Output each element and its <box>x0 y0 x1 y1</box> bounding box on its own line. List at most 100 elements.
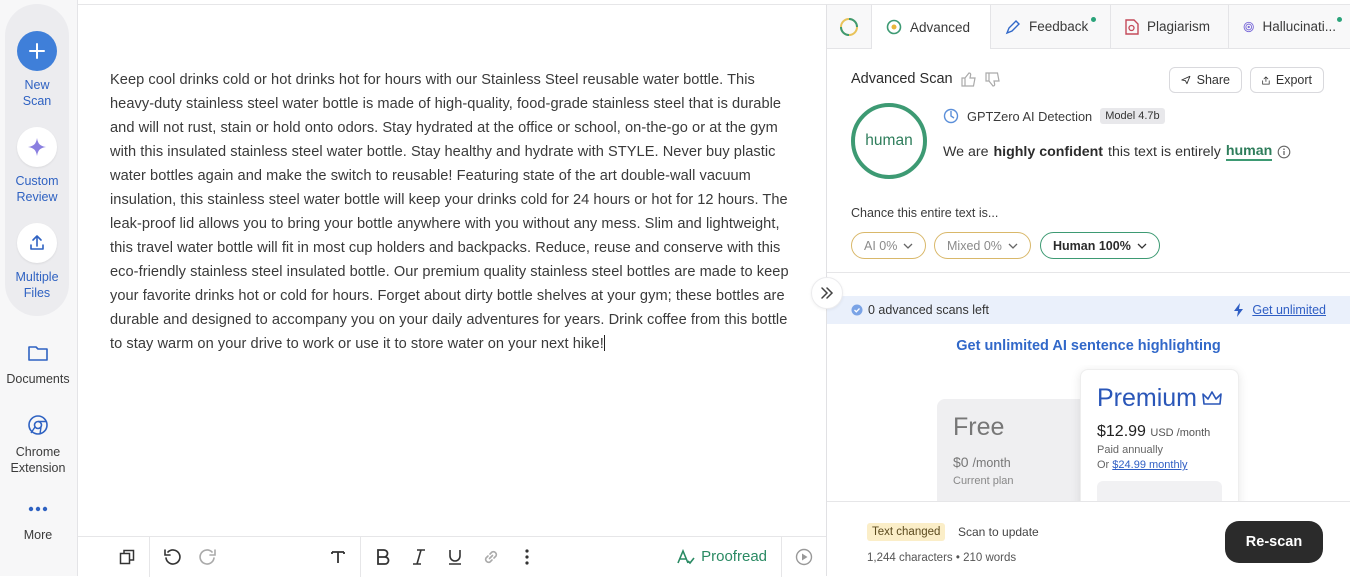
custom-review-label: Custom Review <box>15 174 59 204</box>
vertical-dots-icon <box>525 548 529 565</box>
text-style-button[interactable] <box>320 539 356 575</box>
tab-feedback[interactable]: Feedback <box>991 5 1111 48</box>
free-plan-card[interactable]: Free $0 /month Current plan <box>937 399 1097 501</box>
proofread-button[interactable]: Proofread <box>663 537 781 577</box>
collapse-panel-button[interactable] <box>811 277 843 309</box>
lightning-icon <box>1234 303 1244 317</box>
bold-icon <box>377 548 390 565</box>
play-button[interactable] <box>782 539 826 575</box>
share-button[interactable]: Share <box>1169 67 1242 93</box>
tab-plagiarism[interactable]: Plagiarism <box>1111 5 1229 48</box>
thumbs-up-icon[interactable] <box>960 71 977 87</box>
detector-info: GPTZero AI Detection Model 4.7b <box>943 108 1165 124</box>
folder-icon <box>28 346 48 361</box>
ring-label: human <box>865 132 913 149</box>
human-probability-dropdown[interactable]: Human 100% <box>1040 232 1160 259</box>
tab-advanced-label: Advanced <box>910 19 971 35</box>
verdict-text: We are highly confident this text is ent… <box>943 143 1291 161</box>
tab-overview[interactable] <box>827 5 872 48</box>
editor-content[interactable]: Keep cool drinks cold or hot drinks hot … <box>110 68 800 356</box>
link-icon <box>484 550 498 563</box>
advanced-scan-icon <box>886 19 902 35</box>
play-icon <box>795 548 813 565</box>
documents-button[interactable]: Documents <box>0 343 76 387</box>
tab-feedback-label: Feedback <box>1029 19 1089 34</box>
premium-plan-price: $12.99 USD /month <box>1097 423 1222 441</box>
mixed-probability-label: Mixed 0% <box>947 238 1002 253</box>
free-plan-name: Free <box>953 413 1005 441</box>
chrome-extension-button[interactable]: Chrome Extension <box>0 414 76 476</box>
free-price-value: $0 <box>953 454 969 470</box>
double-chevron-right-icon <box>821 287 834 299</box>
export-icon <box>1262 75 1270 84</box>
chevron-down-icon <box>1137 243 1147 249</box>
free-price-period: /month <box>972 456 1011 470</box>
new-scan-label: New Scan <box>22 78 52 108</box>
verdict-confidence: highly confident <box>993 144 1104 160</box>
premium-plan-card[interactable]: Premium $12.99 USD /month Paid annually … <box>1080 369 1239 501</box>
premium-billing: Paid annually <box>1097 444 1164 456</box>
rescan-button[interactable]: Re-scan <box>1225 521 1323 563</box>
premium-monthly-link[interactable]: $24.99 monthly <box>1112 459 1187 471</box>
mixed-probability-dropdown[interactable]: Mixed 0% <box>934 232 1031 259</box>
proofread-label: Proofread <box>701 548 767 565</box>
premium-feature-box <box>1097 481 1222 501</box>
tab-advanced[interactable]: Advanced <box>872 5 991 49</box>
underline-icon <box>449 549 461 565</box>
chrome-extension-label: Chrome Extension <box>10 445 66 475</box>
text-editor[interactable]: Keep cool drinks cold or hot drinks hot … <box>78 4 827 577</box>
free-plan-price: $0 /month <box>953 454 1081 470</box>
export-button[interactable]: Export <box>1250 67 1324 93</box>
ai-probability-dropdown[interactable]: AI 0% <box>851 232 927 259</box>
verdict-class: human <box>1225 143 1273 161</box>
chevron-down-icon <box>903 243 913 249</box>
chrome-icon <box>28 415 48 435</box>
human-probability-label: Human 100% <box>1053 238 1131 253</box>
scan-update-note: Scan to update <box>958 525 1039 539</box>
crown-icon <box>1202 390 1222 405</box>
premium-alt-prefix: Or <box>1097 459 1110 471</box>
tab-hallucinations-label: Hallucinati... <box>1262 19 1336 34</box>
tab-hallucinations[interactable]: Hallucinati... <box>1229 5 1350 48</box>
scan-title-text: Advanced Scan <box>851 71 953 87</box>
spiral-icon <box>1243 21 1254 32</box>
premium-price-value: $12.99 <box>1097 423 1146 440</box>
notification-dot <box>1337 17 1342 22</box>
thumbs-down-icon[interactable] <box>984 71 1001 87</box>
link-button[interactable] <box>473 539 509 575</box>
more-dots-icon <box>28 506 48 512</box>
gptzero-logo-icon <box>943 108 959 124</box>
editor-toolbar: Proofread <box>78 536 826 577</box>
copy-button[interactable] <box>109 539 145 575</box>
feedback-icon <box>1005 19 1020 34</box>
undo-button[interactable] <box>154 539 190 575</box>
export-label: Export <box>1275 73 1312 87</box>
detector-name: GPTZero AI Detection <box>967 108 1093 124</box>
more-options-button[interactable] <box>509 539 545 575</box>
upgrade-promo-heading[interactable]: Get unlimited AI sentence highlighting <box>827 338 1350 354</box>
new-scan-button[interactable]: New Scan <box>0 31 74 109</box>
info-icon[interactable] <box>1277 145 1291 159</box>
character-word-count: 1,244 characters • 210 words <box>867 552 1017 564</box>
scan-title: Advanced Scan <box>851 71 1001 87</box>
text-caret <box>603 335 605 351</box>
more-label: More <box>23 528 53 542</box>
get-unlimited-label: Get unlimited <box>1252 303 1326 317</box>
custom-review-button[interactable]: Custom Review <box>0 127 74 205</box>
bold-button[interactable] <box>365 539 401 575</box>
pricing-plans: Free $0 /month Current plan Premium $12.… <box>827 365 1350 501</box>
documents-label: Documents <box>6 372 70 386</box>
current-plan-label: Current plan <box>953 475 1014 487</box>
more-button[interactable]: More <box>0 505 76 543</box>
editor-text: Keep cool drinks cold or hot drinks hot … <box>110 72 789 352</box>
underline-button[interactable] <box>437 539 473 575</box>
redo-button[interactable] <box>190 539 226 575</box>
premium-price-unit: USD /month <box>1150 427 1211 439</box>
copy-icon <box>119 549 135 564</box>
plus-icon <box>17 31 57 71</box>
get-unlimited-link[interactable]: Get unlimited <box>1234 303 1326 317</box>
send-icon <box>1181 75 1191 85</box>
multiple-files-button[interactable]: Multiple Files <box>0 223 74 301</box>
toolbar-divider <box>360 536 361 577</box>
italic-button[interactable] <box>401 539 437 575</box>
